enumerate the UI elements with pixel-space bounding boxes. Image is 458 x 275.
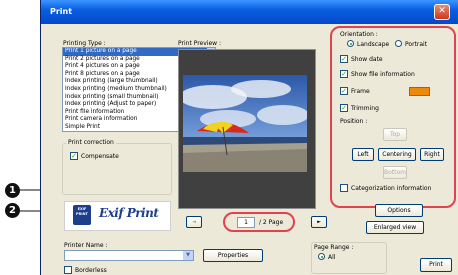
- page-range-label: Page Range :: [314, 244, 354, 251]
- print-correction-label: Print correction: [66, 139, 116, 146]
- trimming-label: Trimming: [351, 105, 379, 112]
- portrait-label: Portrait: [405, 41, 428, 48]
- prev-page-button[interactable]: ◄: [186, 216, 202, 228]
- printer-name-label: Printer Name :: [64, 242, 108, 249]
- frame-label: Frame: [351, 88, 370, 95]
- compensate-label: Compensate: [81, 153, 119, 160]
- exif-print-logo: EXIF PRINT: [73, 205, 91, 225]
- trimming-checkbox[interactable]: ✓: [340, 104, 348, 112]
- callout-2: 2: [5, 203, 20, 218]
- page-range-all-radio[interactable]: [318, 253, 325, 260]
- page-nav-highlight: [223, 212, 295, 232]
- show-date-label: Show date: [351, 56, 383, 63]
- position-top-button[interactable]: Top: [383, 128, 407, 141]
- show-date-checkbox[interactable]: ✓: [340, 55, 348, 63]
- borderless-checkbox[interactable]: [64, 266, 72, 274]
- window-title: Print: [50, 7, 73, 16]
- landscape-radio[interactable]: [347, 40, 354, 47]
- compensate-checkbox[interactable]: ✓: [70, 152, 78, 160]
- properties-button[interactable]: Properties: [203, 249, 263, 262]
- borderless-label: Borderless: [75, 267, 107, 274]
- frame-checkbox[interactable]: ✓: [340, 87, 348, 95]
- print-button[interactable]: Print: [420, 258, 452, 272]
- categorization-checkbox[interactable]: [340, 184, 348, 192]
- callout-1: 1: [5, 183, 20, 198]
- chevron-down-icon[interactable]: ▼: [183, 251, 193, 260]
- print-correction-group: [62, 143, 172, 195]
- show-file-info-checkbox[interactable]: ✓: [340, 70, 348, 78]
- position-label: Position :: [340, 118, 368, 125]
- position-left-button[interactable]: Left: [352, 148, 374, 161]
- page-range-all-label: All: [328, 254, 336, 261]
- position-right-button[interactable]: Right: [420, 148, 444, 161]
- landscape-label: Landscape: [357, 41, 390, 48]
- frame-color-swatch[interactable]: [409, 87, 430, 96]
- exif-print-brand: Exif Print: [99, 206, 159, 220]
- portrait-radio[interactable]: [395, 40, 402, 47]
- orientation-highlight: [330, 26, 456, 208]
- options-button[interactable]: Options: [375, 204, 423, 217]
- print-preview-label: Print Preview :: [178, 40, 221, 47]
- position-bottom-button[interactable]: Bottom: [383, 166, 407, 179]
- categorization-label: Categorization information: [351, 185, 432, 192]
- show-file-info-label: Show file information: [351, 71, 415, 78]
- printing-type-label: Printing Type :: [63, 40, 106, 47]
- title-bar: Print ✕: [41, 0, 458, 24]
- next-page-button[interactable]: ►: [311, 216, 327, 228]
- enlarged-view-button[interactable]: Enlarged view: [366, 221, 424, 234]
- printer-select[interactable]: ▼: [64, 250, 194, 261]
- position-centering-button[interactable]: Centering: [378, 148, 416, 161]
- orientation-label: Orientation :: [340, 31, 378, 38]
- close-button[interactable]: ✕: [434, 4, 450, 20]
- preview-photo: [183, 75, 307, 172]
